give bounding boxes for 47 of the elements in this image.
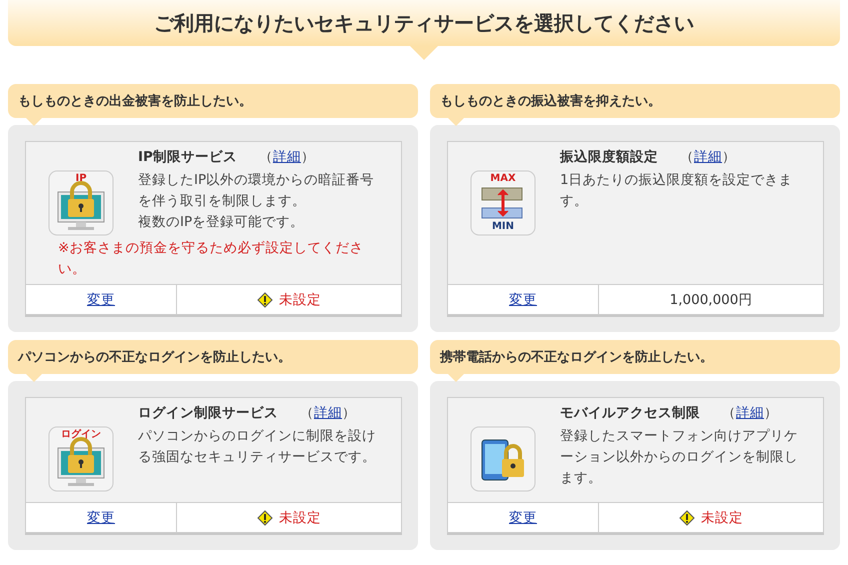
- warning-notice: ※お客さまの預金を守るため必ず設定してください。: [58, 239, 364, 279]
- bracket: （: [680, 148, 694, 166]
- status-text: 未設定: [279, 508, 321, 526]
- pointer-arrow: [410, 46, 438, 60]
- description: 1日あたりの振込限度額を設定できます。: [560, 171, 794, 211]
- heading-text: もしものときの出金被害を防止したい。: [18, 92, 252, 110]
- description: パソコンからのログインに制限を設ける強固なセキュリティサービスです。: [138, 427, 377, 467]
- bracket: ）: [300, 148, 315, 166]
- bracket: ）: [722, 148, 736, 166]
- monitor-lock-icon: [48, 170, 114, 236]
- heading-text: パソコンからの不正なログインを防止したい。: [18, 349, 291, 366]
- bracket: ）: [764, 404, 778, 422]
- status-text: 未設定: [701, 508, 743, 526]
- service-title: 振込限度額設定: [560, 148, 658, 166]
- limit-amount: 1,000,000円: [670, 290, 752, 308]
- bracket: （: [258, 148, 273, 166]
- description: 登録したIP以外の環境からの暗証番号を伴う取引を制限します。: [138, 171, 376, 211]
- service-title: ログイン制限サービス: [138, 404, 278, 422]
- detail-link[interactable]: 詳細: [736, 404, 764, 422]
- description: 登録したスマートフォン向けアプリケーション以外からのログインを制限します。: [560, 427, 799, 488]
- change-link[interactable]: 変更: [509, 290, 537, 308]
- detail-link[interactable]: 詳細: [272, 148, 301, 166]
- bracket: ）: [342, 404, 356, 422]
- banknote-stack-icon: [470, 170, 536, 236]
- monitor-lock-icon: [48, 426, 114, 492]
- service-title: IP制限サービス: [138, 148, 237, 166]
- change-link[interactable]: 変更: [87, 508, 115, 526]
- warning-icon: [679, 510, 695, 526]
- change-link[interactable]: 変更: [87, 290, 115, 308]
- description: 複数のIPを登録可能です。: [138, 213, 306, 232]
- bracket: （: [300, 404, 314, 422]
- icon-label: MIN: [490, 221, 516, 232]
- icon-label: IP: [74, 173, 88, 184]
- page-title: ご利用になりたいセキュリティサービスを選択してください: [154, 10, 694, 36]
- detail-link[interactable]: 詳細: [694, 148, 722, 166]
- status-text: 未設定: [279, 290, 321, 308]
- warning-icon: [257, 510, 273, 526]
- detail-link[interactable]: 詳細: [314, 404, 342, 422]
- icon-label: ログイン: [60, 429, 102, 440]
- phone-lock-icon: [470, 426, 536, 492]
- change-link[interactable]: 変更: [509, 508, 537, 526]
- service-title: モバイルアクセス制限: [560, 404, 700, 422]
- icon-label: MAX: [489, 173, 517, 184]
- bracket: （: [722, 404, 736, 422]
- warning-icon: [257, 292, 273, 308]
- heading-text: もしものときの振込被害を抑えたい。: [440, 92, 661, 110]
- heading-text: 携帯電話からの不正なログインを防止したい。: [440, 348, 713, 366]
